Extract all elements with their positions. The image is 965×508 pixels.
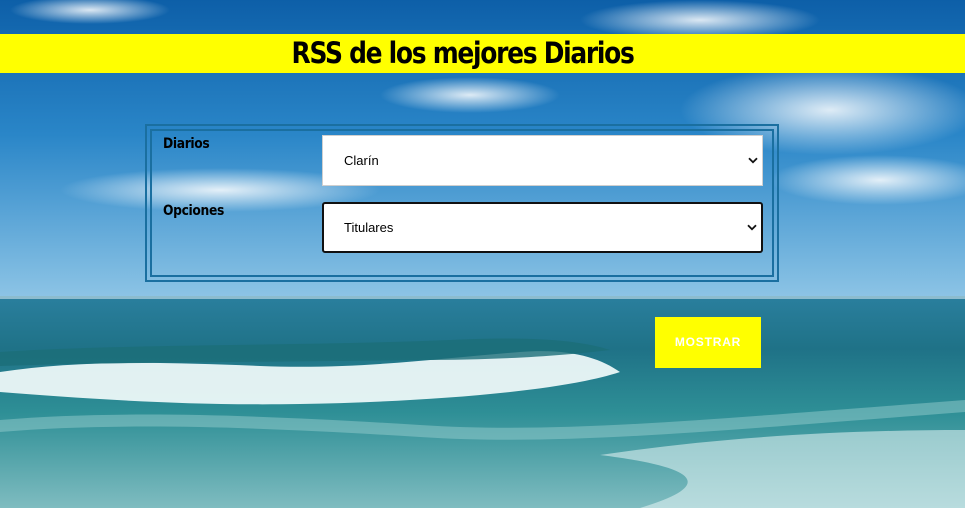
opciones-label: Opciones — [163, 203, 224, 219]
diarios-label: Diarios — [163, 136, 210, 152]
opciones-select[interactable]: Titulares — [322, 202, 763, 253]
page-title: RSS de los mejores Diarios — [291, 36, 635, 70]
diarios-select-value: Clarín — [344, 153, 379, 168]
opciones-select-value: Titulares — [344, 220, 394, 235]
chevron-down-icon — [748, 157, 758, 163]
mostrar-button[interactable]: MOSTRAR — [655, 317, 761, 368]
chevron-down-icon — [747, 224, 757, 230]
diarios-select[interactable]: Clarín — [322, 135, 763, 186]
header-bar: RSS de los mejores Diarios — [0, 34, 965, 73]
